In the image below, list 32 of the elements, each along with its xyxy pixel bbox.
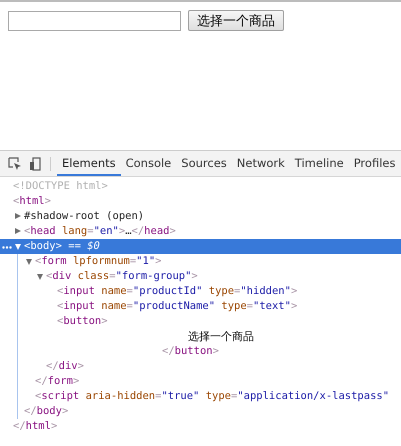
element-tag: <body> <box>24 240 62 252</box>
closing-tag: </div> <box>46 360 84 372</box>
collapsed-triangle-icon[interactable] <box>15 213 21 219</box>
closing-tag: </body> <box>24 405 68 417</box>
closing-tag: </button> <box>162 345 219 357</box>
text-input-field[interactable] <box>8 10 181 30</box>
closing-tag: </html> <box>13 420 58 432</box>
devtools-tab[interactable]: Sources <box>176 151 232 176</box>
button-text-content: 选择一个商品 <box>188 330 254 343</box>
element-tag: <head lang="en">…</head> <box>24 225 176 237</box>
doctype-line: <!DOCTYPE html> <box>13 180 108 192</box>
shadow-root-label: #shadow-root (open) <box>24 210 144 222</box>
element-tag: <input name="productName" type="text"> <box>57 300 298 312</box>
element-tag: <div class="form-group"> <box>46 270 198 282</box>
more-icon[interactable] <box>2 246 12 249</box>
devtools-tab[interactable]: Elements <box>57 151 121 176</box>
devtools-tab[interactable]: Console <box>120 151 176 176</box>
inspect-icon[interactable] <box>8 156 22 170</box>
element-tag: <form lpformnum="1"> <box>35 255 162 267</box>
selected-element-hint: == $0 <box>67 240 100 252</box>
element-tag: <html> <box>13 195 51 207</box>
devtools-tab[interactable]: Profiles <box>348 151 400 176</box>
expanded-triangle-icon[interactable] <box>26 259 32 265</box>
device-icon[interactable] <box>29 156 41 170</box>
devtools-tab[interactable]: Timeline <box>290 151 349 176</box>
devtools-tab[interactable]: Network <box>232 151 290 176</box>
element-tag: <button> <box>57 315 108 327</box>
closing-tag: </form> <box>35 375 80 387</box>
expanded-triangle-icon[interactable] <box>37 274 43 280</box>
select-product-button[interactable]: 选择一个商品 <box>188 10 284 31</box>
element-tag: <script aria-hidden="true" type="application/x-lastpass" <box>35 390 390 402</box>
element-tag: <input name="productId" type="hidden"> <box>57 285 298 297</box>
